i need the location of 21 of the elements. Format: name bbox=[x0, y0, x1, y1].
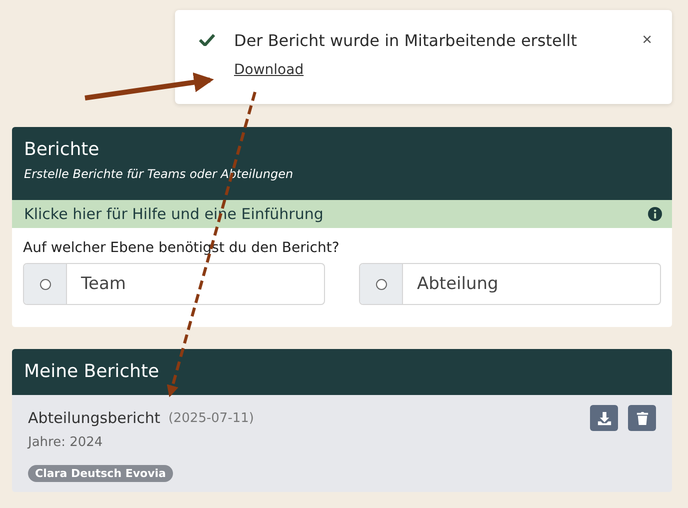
person-tag: Clara Deutsch Evovia bbox=[28, 465, 173, 482]
download-icon bbox=[596, 410, 612, 426]
panel-title: Meine Berichte bbox=[24, 361, 160, 382]
toast-message: Der Bericht wurde in Mitarbeitende erstellt bbox=[234, 30, 578, 50]
download-button[interactable] bbox=[590, 405, 618, 431]
radio-button[interactable] bbox=[376, 278, 386, 290]
panel-subtitle: Erstelle Berichte für Teams oder Abteilungen bbox=[24, 167, 294, 181]
download-link[interactable]: Download bbox=[234, 62, 304, 78]
close-button[interactable]: × bbox=[642, 30, 652, 50]
panel-title: Berichte bbox=[24, 139, 100, 160]
delete-button[interactable] bbox=[628, 405, 656, 431]
radio-button[interactable] bbox=[40, 278, 50, 290]
report-date: (2025-07-11) bbox=[168, 410, 254, 426]
radio-option[interactable]: Abteilung bbox=[359, 263, 661, 305]
report-name: Abteilungsbericht bbox=[28, 409, 160, 427]
trash-icon bbox=[636, 410, 648, 426]
report-years: Jahre: 2024 bbox=[28, 435, 104, 450]
radio-option[interactable]: Team bbox=[23, 263, 325, 305]
question-label: Auf welcher Ebene benötigst du den Bericht? bbox=[23, 240, 340, 256]
checkmark-icon bbox=[199, 34, 215, 46]
info-icon bbox=[648, 207, 662, 221]
